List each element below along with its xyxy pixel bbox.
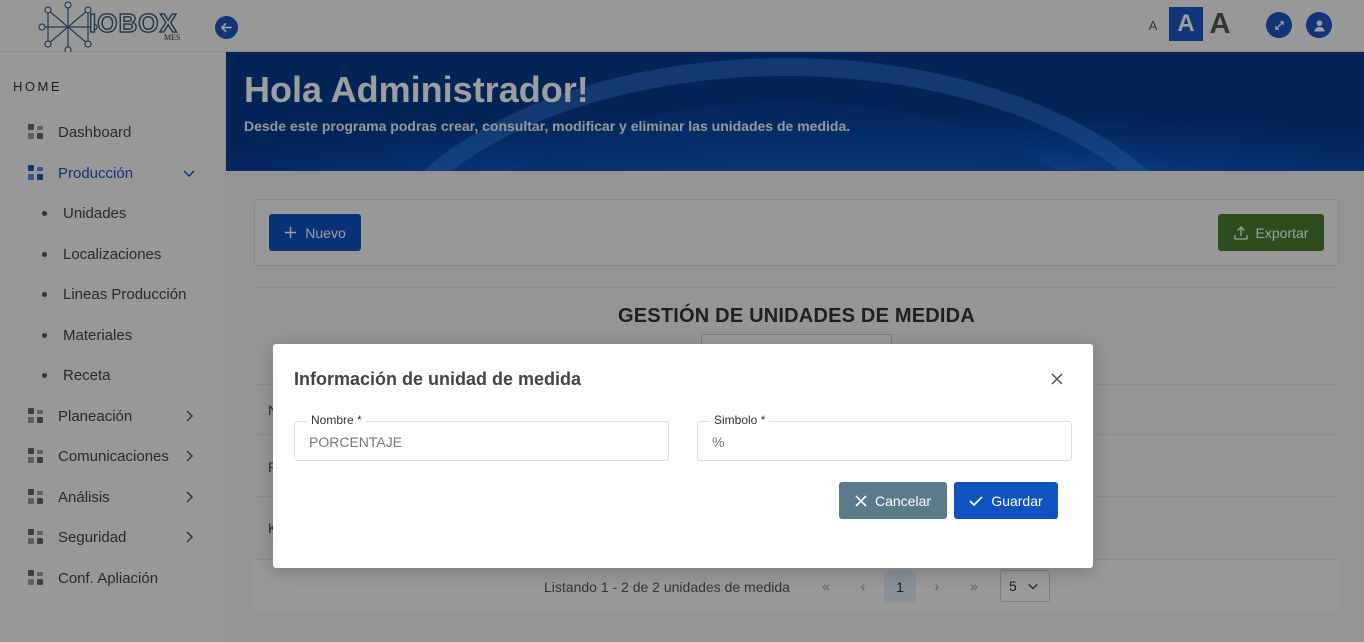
save-button[interactable]: Guardar xyxy=(954,482,1058,519)
symbol-field-label: Simbolo * xyxy=(710,413,770,427)
unit-info-dialog: Información de unidad de medida Nombre *… xyxy=(273,344,1093,568)
cancel-button-label: Cancelar xyxy=(874,492,932,509)
name-field-value: PORCENTAJE xyxy=(309,434,403,450)
cancel-button[interactable]: Cancelar xyxy=(839,482,947,519)
check-icon xyxy=(969,495,983,506)
symbol-field-value: % xyxy=(712,434,725,450)
symbol-field[interactable]: Simbolo * % xyxy=(697,413,1072,461)
dialog-title: Información de unidad de medida xyxy=(294,369,582,389)
close-icon xyxy=(855,494,867,507)
name-field-label: Nombre * xyxy=(307,413,366,427)
name-field[interactable]: Nombre * PORCENTAJE xyxy=(294,413,669,461)
save-button-label: Guardar xyxy=(991,492,1043,509)
close-button[interactable] xyxy=(1049,371,1065,387)
close-icon xyxy=(1051,373,1063,385)
